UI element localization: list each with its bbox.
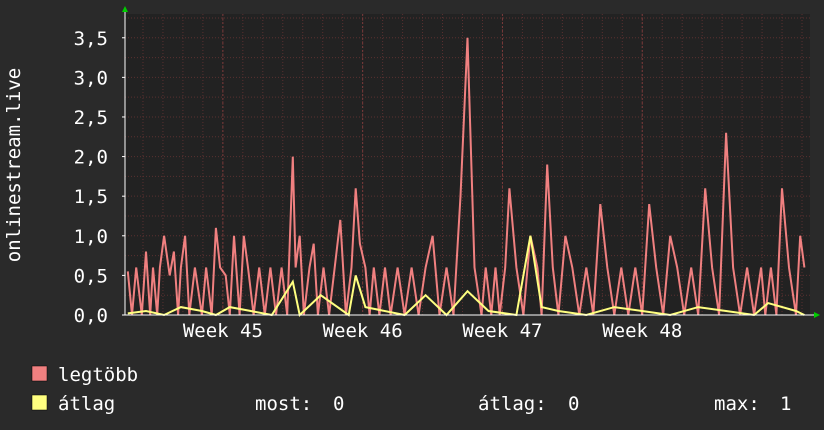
y-tick-label: 2,5	[74, 107, 108, 129]
stat-current-label: most:	[255, 393, 312, 415]
legend: legtöbb átlag most: 0 átlag: 0 max: 1	[31, 364, 791, 415]
legend-label-avg: átlag	[58, 393, 115, 415]
legend-label-max: legtöbb	[58, 364, 138, 386]
y-tick-label: 1,0	[74, 226, 108, 248]
stat-average-label: átlag:	[478, 393, 547, 415]
legend-swatch-max	[31, 365, 48, 382]
y-axis-label: onlinestream.live	[3, 68, 25, 262]
legend-swatch-avg	[31, 394, 48, 411]
stat-max-label: max:	[714, 393, 760, 415]
x-axis-ticks: Week 45 Week 46 Week 47 Week 48	[183, 320, 682, 342]
chart-container: 0,0 0,5 1,0 1,5 2,0 2,5 3,0 3,5 Week 45 Week 46 W…	[0, 0, 824, 430]
y-tick-label: 0,5	[74, 265, 108, 287]
y-tick-label: 3,0	[74, 67, 108, 89]
y-tick-label: 1,5	[74, 186, 108, 208]
x-tick-label: Week 47	[462, 320, 542, 342]
y-axis-ticks: 0,0 0,5 1,0 1,5 2,0 2,5 3,0 3,5	[74, 28, 125, 327]
stat-current-value: 0	[333, 393, 344, 415]
y-axis-arrow	[122, 6, 128, 12]
x-tick-label: Week 48	[602, 320, 682, 342]
stat-max-value: 1	[780, 393, 791, 415]
x-tick-label: Week 45	[183, 320, 263, 342]
rrd-chart: 0,00,51,01,52,02,53,03,5 Week 45 Week 46 W…	[3, 6, 820, 415]
x-axis-arrow	[814, 312, 820, 318]
y-tick-label: 0,0	[74, 305, 108, 327]
x-tick-label: Week 46	[323, 320, 403, 342]
stat-average-value: 0	[568, 393, 579, 415]
y-tick-label: 3,5	[74, 28, 108, 50]
y-tick-label: 2,0	[74, 147, 108, 169]
